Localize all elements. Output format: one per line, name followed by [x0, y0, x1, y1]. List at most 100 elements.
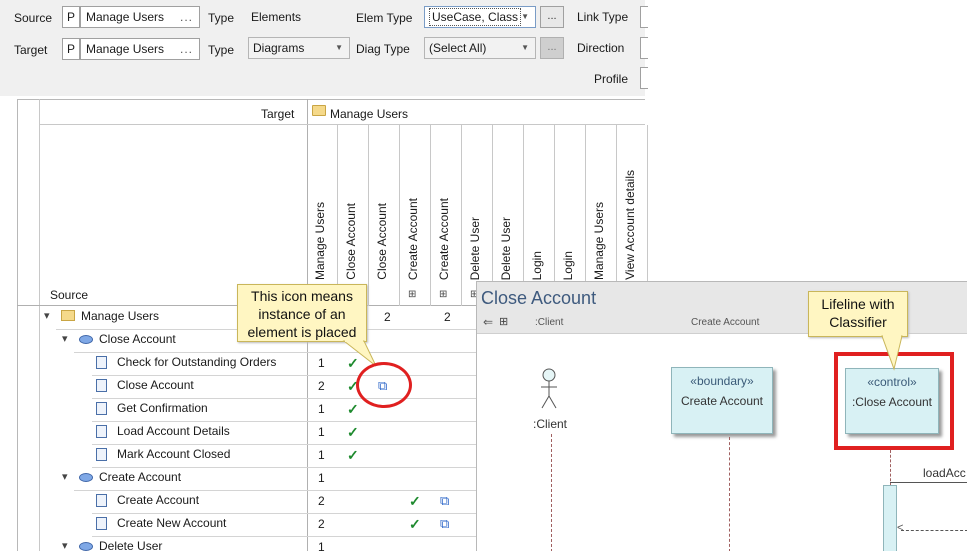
diag-type-label: Diag Type [356, 42, 410, 56]
row-count: 2 [318, 494, 325, 508]
row-count: 1 [318, 471, 325, 485]
actor-name: :Client [533, 417, 568, 431]
elem-type-label: Elem Type [356, 11, 413, 25]
target-browse-icon[interactable]: ... [180, 39, 193, 59]
source-axis-label: Source [50, 288, 89, 302]
tree-row[interactable]: Create Account [40, 490, 308, 513]
column-header[interactable]: Close Account [369, 125, 400, 306]
usecase-icon [79, 335, 93, 344]
tree-row[interactable]: Check for Outstanding Orders [40, 352, 308, 375]
instance-note-callout: This icon means instance of an element i… [237, 284, 367, 342]
row-count: 2 [318, 379, 325, 393]
source-field[interactable]: Manage Users ... [80, 6, 200, 28]
requirement-icon [96, 517, 107, 530]
elem-type-select[interactable]: UseCase, Class ▼ [424, 6, 536, 28]
target-value: Manage Users [86, 42, 165, 56]
tree-row[interactable]: Close Account [40, 375, 308, 398]
diag-type-select[interactable]: (Select All) ▼ [424, 37, 536, 59]
chevron-down-icon: ▼ [521, 12, 529, 21]
boundary-stereotype: «boundary» [690, 374, 754, 388]
sequence-diagram-icon: ⊞ [499, 316, 509, 328]
boundary-lifeline-box[interactable]: «boundary» Create Account [671, 367, 773, 434]
diag-type-value: (Select All) [429, 41, 487, 55]
instance-highlight-ring [356, 362, 412, 408]
actor-icon [541, 368, 557, 409]
column-header[interactable]: Close Account [338, 125, 369, 306]
row-count: 1 [318, 402, 325, 416]
tree-row-label: Create New Account [117, 516, 227, 530]
tree-row[interactable]: Load Account Details [40, 421, 308, 444]
tree-row-label: Get Confirmation [117, 401, 208, 415]
target-type-select[interactable]: Diagrams ▼ [248, 37, 350, 59]
chevron-down-icon: ▼ [521, 43, 529, 52]
target-field[interactable]: Manage Users ... [80, 38, 200, 60]
row-count: 1 [318, 356, 325, 370]
header-client-label: :Client [535, 317, 564, 328]
column-header-label: View Account details [623, 170, 637, 280]
column-header-label: Close Account [344, 203, 358, 280]
header-create-account-label: Create Account [691, 317, 760, 328]
column-header[interactable]: Manage Users [586, 125, 617, 306]
tree-row-label: Close Account [99, 332, 176, 346]
check-icon[interactable]: ✓ [347, 447, 359, 464]
tree-row-label: Mark Account Closed [117, 447, 231, 461]
row-count: 1 [318, 448, 325, 462]
column-header[interactable]: Delete User [493, 125, 524, 306]
source-value: Manage Users [86, 10, 165, 24]
elem-type-browse-button[interactable]: ... [540, 6, 564, 28]
source-browse-icon[interactable]: ... [180, 7, 193, 27]
boundary-lifeline [729, 437, 730, 551]
check-icon[interactable]: ✓ [347, 424, 359, 441]
check-icon[interactable]: ✓ [409, 516, 421, 533]
column-count: 2 [384, 310, 391, 324]
tree-row[interactable]: Get Confirmation [40, 398, 308, 421]
direction-select[interactable] [640, 37, 648, 59]
link-type-label: Link Type [577, 10, 629, 24]
source-type-label: Type [208, 11, 235, 25]
boundary-name: Create Account [680, 394, 764, 408]
column-header[interactable]: Create Account ⊞ [400, 125, 431, 306]
expand-chevron-icon[interactable]: ▾ [62, 332, 68, 345]
tree-row[interactable]: Mark Account Closed [40, 444, 308, 467]
requirement-icon [96, 448, 107, 461]
control-lifeline [890, 450, 891, 486]
direction-label: Direction [577, 41, 625, 55]
check-icon[interactable]: ✓ [409, 493, 421, 510]
filter-panel: Source P Manage Users ... Type Elements … [0, 0, 648, 96]
sequence-diagram-icon: ⊞ [408, 289, 417, 300]
return-message [901, 530, 967, 531]
column-header[interactable]: View Account details [617, 125, 648, 306]
tree-row[interactable]: ▾ Create Account [40, 467, 308, 490]
tree-row-label: Create Account [117, 493, 200, 507]
requirement-icon [96, 425, 107, 438]
column-header[interactable]: Delete User ⊞ [462, 125, 493, 306]
folder-icon [61, 310, 75, 321]
activation-bar [883, 485, 897, 551]
link-type-select[interactable] [640, 6, 648, 28]
column-header[interactable]: Login [555, 125, 586, 306]
column-header[interactable]: Login [524, 125, 555, 306]
elem-type-value: UseCase, Class [429, 8, 522, 26]
column-header[interactable]: Manage Users [307, 125, 338, 306]
requirement-icon [96, 402, 107, 415]
instance-icon[interactable]: ⧉ [440, 493, 449, 509]
profile-select[interactable] [640, 67, 648, 89]
column-header[interactable]: Create Account ⊞ [431, 125, 462, 306]
column-header-label: Close Account [375, 203, 389, 280]
expand-chevron-icon[interactable]: ▾ [62, 539, 68, 551]
back-arrow-icon[interactable]: ⇐ [483, 315, 493, 329]
expand-chevron-icon[interactable]: ▾ [62, 470, 68, 483]
diag-type-browse-button[interactable]: ... [540, 37, 564, 59]
target-package-label: Manage Users [330, 107, 409, 121]
expand-chevron-icon[interactable]: ▾ [44, 309, 50, 322]
instance-icon[interactable]: ⧉ [440, 516, 449, 532]
column-header-label: Manage Users [592, 201, 606, 280]
check-icon[interactable]: ✓ [347, 401, 359, 418]
row-count: 1 [318, 425, 325, 439]
tree-row[interactable]: Create New Account [40, 513, 308, 536]
instance-note-text: This icon means instance of an element i… [247, 288, 357, 340]
tree-row-label: Manage Users [81, 309, 160, 323]
sequence-diagram-icon: ⊞ [439, 289, 448, 300]
tree-row[interactable]: ▾ Delete User [40, 536, 308, 551]
target-axis-label: Target [261, 107, 295, 121]
